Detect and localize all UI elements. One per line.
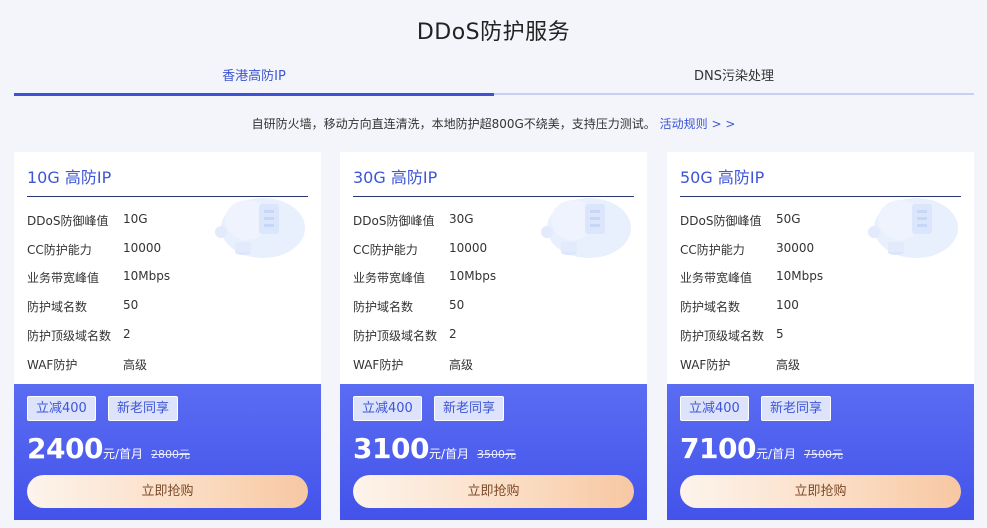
spec-label: CC防护能力 — [27, 243, 92, 257]
tab-hk-ddos-ip[interactable]: 香港高防IP — [14, 63, 494, 96]
spec-label: 防护顶级域名数 — [27, 329, 112, 343]
page-title: DDoS防护服务 — [416, 20, 571, 45]
product-card: 10G 高防IP DDoS防御峰值 10G CC防护能力 10000 业务带宽峰值 1… — [14, 152, 321, 520]
original-price: 2800元 — [150, 448, 190, 461]
spec-value: 50G — [776, 212, 801, 226]
spec-label: 防护域名数 — [680, 300, 741, 314]
spec-row: WAF防护 高级 — [353, 356, 633, 374]
tab-dns-pollution[interactable]: DNS污染处理 — [494, 63, 974, 96]
spec-value: 50 — [449, 298, 465, 312]
spec-row: 防护域名数 50 — [27, 298, 307, 316]
spec-label: DDoS防御峰值 — [353, 214, 435, 228]
spec-label: CC防护能力 — [353, 243, 418, 257]
spec-row: CC防护能力 30000 — [680, 241, 960, 259]
spec-value: 高级 — [123, 358, 148, 372]
spec-row: 防护域名数 50 — [353, 298, 633, 316]
spec-value: 10Mbps — [449, 269, 497, 283]
price-value: 2400 — [27, 432, 103, 465]
original-price: 3500元 — [476, 448, 516, 461]
product-card: 30G 高防IP DDoS防御峰值 30G CC防护能力 10000 业务带宽峰值 1… — [340, 152, 647, 520]
spec-label: 防护域名数 — [27, 300, 88, 314]
spec-row: CC防护能力 10000 — [27, 241, 307, 259]
card-divider — [27, 196, 308, 197]
spec-label: 防护顶级域名数 — [353, 329, 438, 343]
activity-rules-link[interactable]: 活动规则 > > — [660, 117, 736, 131]
spec-label: CC防护能力 — [680, 243, 745, 257]
promo-badge: 新老同享 — [434, 396, 505, 421]
spec-value: 高级 — [776, 358, 801, 372]
promo-badge: 新老同享 — [108, 396, 179, 421]
discount-badge: 立减400 — [353, 396, 422, 421]
card-title: 50G 高防IP — [680, 168, 765, 187]
spec-row: DDoS防御峰值 10G — [27, 212, 307, 230]
spec-row: DDoS防御峰值 50G — [680, 212, 960, 230]
discount-badge: 立减400 — [27, 396, 96, 421]
card-title: 30G 高防IP — [353, 168, 438, 187]
original-price: 7500元 — [803, 448, 843, 461]
spec-value: 5 — [776, 327, 784, 341]
spec-value: 10Mbps — [123, 269, 171, 283]
price: 3100元/首月 3500元 — [353, 432, 516, 465]
spec-value: 30000 — [776, 241, 815, 255]
promo-badge: 新老同享 — [761, 396, 832, 421]
price-unit: 元/首月 — [755, 447, 796, 461]
spec-label: 防护顶级域名数 — [680, 329, 765, 343]
spec-row: 防护顶级域名数 2 — [353, 327, 633, 345]
spec-value: 2 — [449, 327, 457, 341]
promo-banner: 自研防火墙，移动方向直连清洗，本地防护超800G不绕美，支持压力测试。 活动规则… — [0, 115, 987, 132]
card-pricing-panel: 立减400 新老同享 7100元/首月 7500元 立即抢购 — [667, 384, 974, 520]
spec-label: 业务带宽峰值 — [353, 271, 426, 285]
spec-label: 业务带宽峰值 — [27, 271, 100, 285]
spec-row: CC防护能力 10000 — [353, 241, 633, 259]
buy-now-button[interactable]: 立即抢购 — [353, 475, 634, 508]
spec-label: 防护域名数 — [353, 300, 414, 314]
price: 2400元/首月 2800元 — [27, 432, 190, 465]
spec-value: 10000 — [123, 241, 162, 255]
spec-row: 防护顶级域名数 5 — [680, 327, 960, 345]
spec-row: 业务带宽峰值 10Mbps — [353, 269, 633, 287]
spec-row: 业务带宽峰值 10Mbps — [27, 269, 307, 287]
product-card: 50G 高防IP DDoS防御峰值 50G CC防护能力 30000 业务带宽峰值 1… — [667, 152, 974, 520]
price-unit: 元/首月 — [102, 447, 143, 461]
card-pricing-panel: 立减400 新老同享 2400元/首月 2800元 立即抢购 — [14, 384, 321, 520]
spec-row: WAF防护 高级 — [680, 356, 960, 374]
spec-label: WAF防护 — [680, 358, 731, 372]
spec-value: 高级 — [449, 358, 474, 372]
card-divider — [353, 196, 634, 197]
tab-bar: 香港高防IP DNS污染处理 — [14, 63, 974, 96]
buy-now-button[interactable]: 立即抢购 — [27, 475, 308, 508]
spec-row: 防护顶级域名数 2 — [27, 327, 307, 345]
spec-label: 业务带宽峰值 — [680, 271, 753, 285]
spec-label: WAF防护 — [353, 358, 404, 372]
spec-value: 10G — [123, 212, 148, 226]
card-title: 10G 高防IP — [27, 168, 112, 187]
spec-row: 防护域名数 100 — [680, 298, 960, 316]
spec-value: 30G — [449, 212, 474, 226]
price-unit: 元/首月 — [428, 447, 469, 461]
price-value: 7100 — [680, 432, 756, 465]
spec-value: 10000 — [449, 241, 488, 255]
card-divider — [680, 196, 961, 197]
spec-label: DDoS防御峰值 — [680, 214, 762, 228]
spec-row: DDoS防御峰值 30G — [353, 212, 633, 230]
spec-value: 2 — [123, 327, 131, 341]
buy-now-button[interactable]: 立即抢购 — [680, 475, 961, 508]
spec-label: DDoS防御峰值 — [27, 214, 109, 228]
active-tab-indicator — [14, 93, 494, 96]
discount-badge: 立减400 — [680, 396, 749, 421]
card-pricing-panel: 立减400 新老同享 3100元/首月 3500元 立即抢购 — [340, 384, 647, 520]
spec-row: WAF防护 高级 — [27, 356, 307, 374]
spec-value: 50 — [123, 298, 139, 312]
spec-value: 10Mbps — [776, 269, 824, 283]
price: 7100元/首月 7500元 — [680, 432, 843, 465]
promo-text: 自研防火墙，移动方向直连清洗，本地防护超800G不绕美，支持压力测试。 — [251, 117, 656, 131]
spec-label: WAF防护 — [27, 358, 78, 372]
spec-value: 100 — [776, 298, 799, 312]
spec-row: 业务带宽峰值 10Mbps — [680, 269, 960, 287]
price-value: 3100 — [353, 432, 429, 465]
